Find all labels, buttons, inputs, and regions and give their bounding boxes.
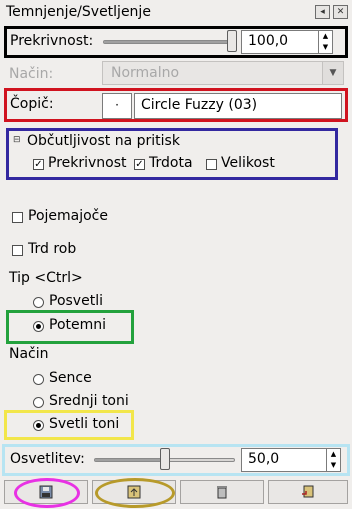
pressure-opacity-label: Prekrivnost [48, 155, 127, 171]
mode-label: Način: [9, 66, 54, 82]
mode-value: Normalno [111, 65, 180, 81]
delete-options-button[interactable] [180, 480, 264, 504]
pressure-size-checkbox[interactable] [206, 159, 217, 170]
spin-down-icon[interactable]: ▼ [319, 42, 332, 53]
spin-down-icon[interactable]: ▼ [327, 460, 340, 471]
hard-edge-checkbox[interactable] [12, 245, 23, 256]
tab-menu-icon[interactable]: ◂ [315, 5, 330, 19]
highlights-label: Svetli toni [49, 416, 120, 432]
midtones-label: Srednji toni [49, 393, 129, 409]
exposure-spinner[interactable]: ▲ ▼ [327, 448, 341, 472]
pressure-hardness-label: Trdota [149, 155, 193, 171]
opacity-slider[interactable] [103, 40, 235, 44]
save-highlight-ring [14, 478, 80, 508]
chevron-down-icon[interactable]: ▼ [322, 62, 343, 84]
pressure-size-label: Velikost [221, 155, 275, 171]
reset-options-button[interactable] [268, 480, 348, 504]
opacity-slider-handle[interactable] [227, 30, 237, 52]
opacity-spinner[interactable]: ▲ ▼ [319, 30, 333, 54]
close-icon[interactable]: ✕ [333, 5, 348, 19]
pressure-title: Občutljivost na pritisk [27, 133, 180, 149]
opacity-value-input[interactable]: 100,0 [241, 30, 319, 54]
expander-icon[interactable]: ⊟ [13, 135, 21, 145]
mode-combo[interactable]: Normalno [102, 61, 344, 85]
darken-radio[interactable] [33, 321, 44, 332]
spin-up-icon[interactable]: ▲ [327, 449, 340, 460]
trash-icon [217, 486, 227, 499]
spin-up-icon[interactable]: ▲ [319, 31, 332, 42]
highlights-radio[interactable] [33, 420, 44, 431]
pressure-hardness-checkbox[interactable]: ✓ [134, 159, 145, 170]
window-title: Temnjenje/Svetljenje [6, 4, 151, 20]
lighten-radio[interactable] [33, 297, 44, 308]
brush-label: Čopič: [10, 96, 54, 112]
opacity-label: Prekrivnost: [10, 33, 94, 49]
fade-label: Pojemajoče [28, 208, 108, 224]
midtones-radio[interactable] [33, 397, 44, 408]
fade-checkbox[interactable] [12, 212, 23, 223]
lighten-label: Posvetli [49, 293, 103, 309]
pressure-opacity-checkbox[interactable]: ✓ [33, 159, 44, 170]
darken-label: Potemni [49, 317, 107, 333]
hard-edge-label: Trd rob [28, 241, 77, 257]
brush-preview-button[interactable]: · [102, 93, 132, 119]
brush-name-field[interactable]: Circle Fuzzy (03) [134, 93, 342, 119]
restore-highlight-ring [95, 478, 175, 508]
shadows-radio[interactable] [33, 374, 44, 385]
range-label: Način [9, 346, 49, 362]
exposure-slider-handle[interactable] [160, 448, 170, 470]
type-label: Tip <Ctrl> [9, 270, 83, 286]
reset-icon [302, 485, 314, 498]
shadows-label: Sence [49, 370, 92, 386]
exposure-value-input[interactable]: 50,0 [241, 448, 327, 472]
exposure-label: Osvetlitev: [10, 451, 85, 467]
